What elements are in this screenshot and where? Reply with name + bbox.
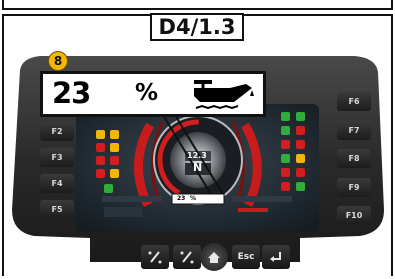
filter-lamp-icon [110, 143, 119, 152]
work-light-icon [296, 182, 305, 191]
callout-number-badge: 8 [48, 51, 68, 71]
stop-icon [296, 168, 305, 177]
slash-modify-icon [148, 251, 162, 264]
f9-key[interactable]: F9 [337, 178, 371, 197]
engine-fault-icon [296, 140, 305, 149]
brake-lamp-icon [96, 143, 105, 152]
temperature-lamp-icon [96, 156, 105, 165]
oil-lamp-icon [96, 169, 105, 178]
f6-key[interactable]: F6 [337, 92, 371, 111]
status-strip-percent: 23 [177, 195, 186, 202]
callout-percent-value: 23 [52, 76, 91, 110]
f7-key[interactable]: F7 [337, 121, 371, 140]
beacon-icon [296, 112, 305, 121]
fuel-icon [296, 154, 305, 163]
hazard-icon [296, 126, 305, 135]
slash-modify-icon [180, 251, 194, 264]
battery-lamp-icon [110, 156, 119, 165]
warning-lamp-icon [96, 130, 105, 139]
f4-key[interactable]: F4 [40, 174, 74, 193]
indicator-lamp-icon [104, 184, 113, 193]
modify-key-1[interactable] [141, 245, 169, 269]
turn-signal-icon [281, 112, 290, 121]
f3-key[interactable]: F3 [40, 148, 74, 167]
callout-percent-unit: % [135, 80, 159, 106]
status-strip-unit: % [190, 195, 197, 202]
f2-key[interactable]: F2 [40, 122, 74, 141]
page-title: D4/1.3 [150, 13, 244, 41]
glow-lamp-icon [110, 169, 119, 178]
manual-figure: 12.3 N 23 % F2 F3 F4 F5 F6 F7 F8 F9 F10 … [0, 0, 395, 276]
esc-key[interactable]: Esc [232, 245, 260, 269]
gauge-center-value: 12.3 [187, 151, 207, 160]
gear-indicator: N [193, 161, 203, 174]
parking-brake-icon [281, 140, 290, 149]
modify-key-2[interactable] [173, 245, 201, 269]
f10-key[interactable]: F10 [337, 206, 371, 225]
high-beam-icon [281, 126, 290, 135]
alert-triangle-icon [281, 182, 290, 191]
enter-key[interactable] [262, 245, 290, 269]
light-lamp-icon [110, 130, 119, 139]
oil-can-level-icon [194, 80, 254, 110]
f5-key[interactable]: F5 [40, 200, 74, 219]
coolant-icon [281, 168, 290, 177]
home-key[interactable] [200, 243, 228, 271]
home-icon [208, 252, 220, 263]
f8-key[interactable]: F8 [337, 149, 371, 168]
transmission-icon [281, 154, 290, 163]
enter-icon [270, 252, 281, 262]
